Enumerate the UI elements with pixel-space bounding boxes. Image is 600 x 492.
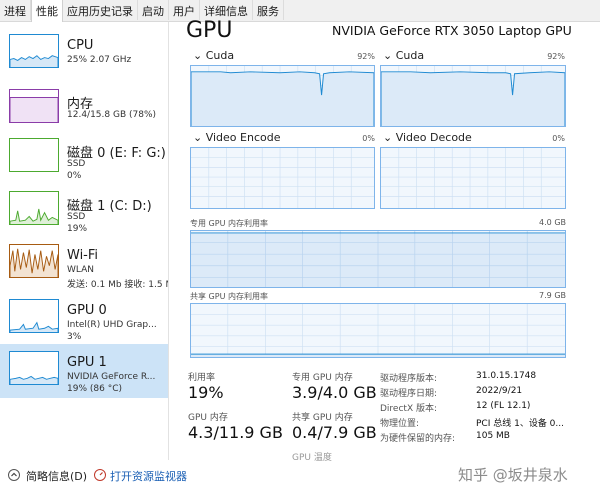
sidebar-item-disk0[interactable]: 磁盘 0 (E: F: G:) SSD 0% [0, 131, 168, 185]
info-key: 为硬件保留的内存: [380, 434, 456, 444]
gpu0-mini-graph [9, 299, 59, 333]
sidebar-item-detail: NVIDIA GeForce R... [67, 372, 156, 382]
fewer-details-link[interactable]: 简略信息(D) [26, 468, 87, 484]
info-key: 驱动程序版本: [380, 374, 438, 384]
engine-max: 92% [547, 52, 565, 61]
shared-gpu-memory-label: 共享 GPU 内存 [292, 413, 353, 423]
tab-users[interactable]: 用户 [169, 0, 200, 20]
engine-selector-2[interactable]: ⌄ Cuda [383, 49, 424, 62]
engine-max: 92% [357, 52, 375, 61]
sidebar-item-value: 3% [67, 332, 82, 342]
tab-services[interactable]: 服务 [253, 0, 284, 20]
info-value: 31.0.15.1748 [476, 371, 537, 381]
sidebar-item-cpu[interactable]: CPU 25% 2.07 GHz [0, 27, 168, 81]
dedicated-memory-label: 专用 GPU 内存利用率 [190, 219, 268, 228]
engine-label: Cuda [395, 49, 425, 62]
dedicated-gpu-memory-label: 专用 GPU 内存 [292, 373, 353, 383]
gpu-memory-label: GPU 内存 [188, 413, 228, 423]
video-decode-graph [380, 147, 566, 209]
shared-memory-max: 7.9 GB [539, 291, 566, 300]
tab-processes[interactable]: 进程 [0, 0, 31, 20]
gpu-memory-value: 4.3/11.9 GB [188, 423, 283, 442]
cuda-graph-2 [380, 65, 566, 127]
tab-performance[interactable]: 性能 [31, 0, 63, 22]
info-key: 物理位置: [380, 419, 420, 429]
open-resource-monitor-link[interactable]: 打开资源监视器 [110, 468, 187, 484]
cuda-graph-1 [190, 65, 375, 127]
tab-details[interactable]: 详细信息 [200, 0, 253, 20]
shared-memory-graph [190, 303, 566, 358]
cpu-mini-graph [9, 34, 59, 68]
resource-monitor-icon [94, 469, 106, 481]
sidebar-item-memory[interactable]: 内存 12.4/15.8 GB (78%) [0, 82, 168, 136]
engine-max: 0% [552, 134, 565, 143]
video-encode-graph [190, 147, 375, 209]
engine-label: Cuda [205, 49, 235, 62]
wifi-mini-graph [9, 244, 59, 278]
sidebar-item-detail: SSD [67, 212, 86, 222]
sidebar-item-value: 发送: 0.1 Mb 接收: 1.5 Mb [67, 280, 169, 290]
gpu-model-name: NVIDIA GeForce RTX 3050 Laptop GPU [332, 23, 572, 38]
info-key: 驱动程序日期: [380, 389, 438, 399]
tab-bar: 进程 性能 应用历史记录 启动 用户 详细信息 服务 [0, 0, 600, 22]
sidebar-item-title: GPU 0 [67, 303, 107, 318]
info-key: DirectX 版本: [380, 404, 438, 414]
shared-memory-label: 共享 GPU 内存利用率 [190, 292, 268, 301]
sidebar-item-gpu0[interactable]: GPU 0 Intel(R) UHD Grap... 3% [0, 292, 168, 346]
dedicated-memory-max: 4.0 GB [539, 218, 566, 227]
tab-startup[interactable]: 启动 [138, 0, 169, 20]
sidebar-item-value: 19% [67, 224, 88, 234]
chevron-down-icon: ⌄ [193, 49, 203, 62]
page-title: GPU [186, 18, 233, 43]
engine-selector-4[interactable]: ⌄ Video Decode [383, 131, 472, 144]
utilization-value: 19% [188, 383, 224, 402]
dedicated-memory-graph [190, 230, 566, 288]
sidebar-item-title: GPU 1 [67, 355, 107, 370]
sidebar-item-title: Wi-Fi [67, 248, 99, 263]
engine-label: Video Decode [395, 131, 472, 144]
sidebar-item-detail: SSD [67, 159, 86, 169]
sidebar-item-detail: 12.4/15.8 GB (78%) [67, 110, 157, 120]
sidebar-item-value: 0% [67, 171, 82, 181]
resource-sidebar: CPU 25% 2.07 GHz 内存 12.4/15.8 GB (78%) 磁… [0, 22, 169, 460]
disk0-mini-graph [9, 138, 59, 172]
engine-selector-1[interactable]: ⌄ Cuda [193, 49, 234, 62]
info-value: 105 MB [476, 431, 510, 441]
watermark: 知乎 @坂井泉水 [458, 466, 568, 484]
info-value: 12 (FL 12.1) [476, 401, 531, 411]
sidebar-item-detail: Intel(R) UHD Grap... [67, 320, 157, 330]
engine-selector-3[interactable]: ⌄ Video Encode [193, 131, 280, 144]
chevron-down-icon: ⌄ [193, 131, 203, 144]
memory-mini-graph [9, 89, 59, 123]
engine-label: Video Encode [205, 131, 281, 144]
chevron-down-icon: ⌄ [383, 131, 393, 144]
sidebar-item-detail: 25% 2.07 GHz [67, 55, 132, 65]
info-value: PCI 总线 1、设备 0... [476, 419, 564, 429]
sidebar-item-disk1[interactable]: 磁盘 1 (C: D:) SSD 19% [0, 184, 168, 238]
gpu1-mini-graph [9, 351, 59, 385]
sidebar-item-wifi[interactable]: Wi-Fi WLAN 发送: 0.1 Mb 接收: 1.5 Mb [0, 237, 168, 291]
sidebar-item-value: 19% (86 °C) [67, 384, 122, 394]
sidebar-item-title: CPU [67, 38, 94, 53]
chevron-up-icon[interactable] [8, 469, 20, 481]
dedicated-gpu-memory-value: 3.9/4.0 GB [292, 383, 377, 402]
info-value: 2022/9/21 [476, 386, 523, 396]
shared-gpu-memory-value: 0.4/7.9 GB [292, 423, 377, 442]
footer-bar: 简略信息(D) 打开资源监视器 知乎 @坂井泉水 [0, 462, 600, 492]
tab-app-history[interactable]: 应用历史记录 [63, 0, 138, 20]
disk1-mini-graph [9, 191, 59, 225]
chevron-down-icon: ⌄ [383, 49, 393, 62]
sidebar-item-detail: WLAN [67, 265, 95, 275]
sidebar-item-gpu1[interactable]: GPU 1 NVIDIA GeForce R... 19% (86 °C) [0, 344, 168, 398]
utilization-label: 利用率 [188, 373, 216, 383]
engine-max: 0% [362, 134, 375, 143]
